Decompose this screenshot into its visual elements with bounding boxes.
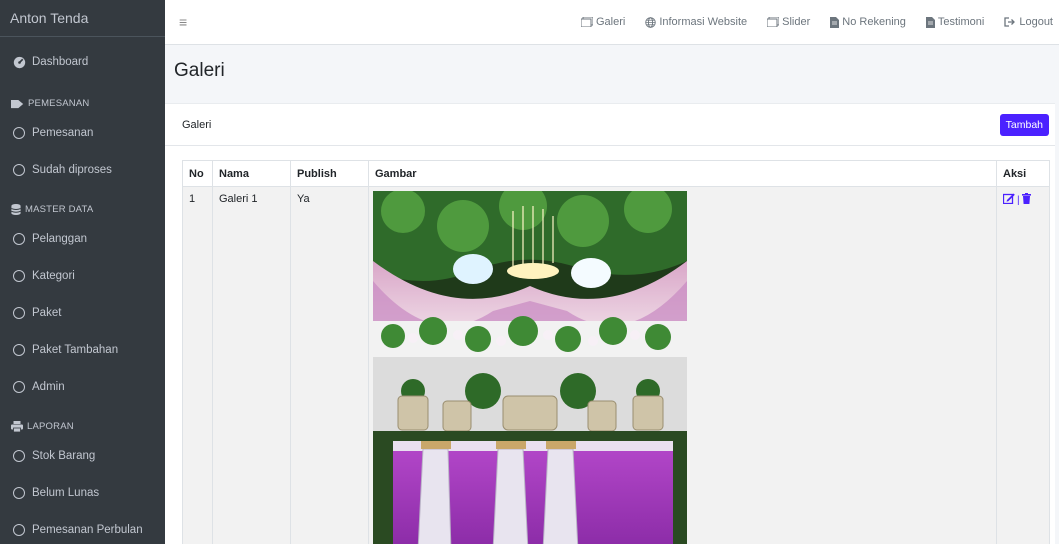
- sidebar-item-label: Admin: [32, 380, 65, 393]
- table-row: 1 Galeri 1 Ya |: [182, 186, 1050, 544]
- circle-icon: [12, 232, 26, 246]
- gallery-image: [373, 191, 687, 544]
- top-nav-links: Galeri Informasi Website Slider No Reken…: [561, 16, 1059, 28]
- action-separator: |: [1017, 194, 1020, 206]
- column-header-gambar: Gambar: [368, 160, 997, 187]
- nav-link-no-rekening[interactable]: No Rekening: [830, 16, 906, 28]
- brand-title[interactable]: Anton Tenda: [0, 0, 165, 37]
- print-icon: [11, 421, 23, 432]
- sidebar-item-label: Paket Tambahan: [32, 343, 119, 356]
- database-icon: [11, 204, 21, 215]
- section-header-master-data: MASTER DATA: [0, 188, 165, 220]
- top-navbar: ≡ Galeri Informasi Website Slider No Rek…: [165, 0, 1059, 45]
- cell-nama: Galeri 1: [212, 186, 291, 544]
- sidebar-item-label: Stok Barang: [32, 449, 96, 462]
- sidebar: Anton Tenda Dashboard PEMESANAN Pemesana…: [0, 0, 165, 544]
- sidebar-item-label: Pelanggan: [32, 232, 87, 245]
- sidebar-item-label: Sudah diproses: [32, 163, 112, 176]
- action-group: |: [1002, 193, 1043, 207]
- sidebar-item-admin[interactable]: Admin: [0, 368, 165, 405]
- table-header-row: No Nama Publish Gambar Aksi: [182, 160, 1050, 187]
- edit-icon[interactable]: [1002, 193, 1015, 207]
- sidebar-item-pemesanan-perbulan[interactable]: Pemesanan Perbulan: [0, 511, 165, 544]
- sidebar-item-label: Kategori: [32, 269, 75, 282]
- sidebar-item-belum-lunas[interactable]: Belum Lunas: [0, 474, 165, 511]
- column-header-nama: Nama: [212, 160, 291, 187]
- nav-link-informasi-website[interactable]: Informasi Website: [645, 16, 747, 28]
- card-header: Galeri: [165, 104, 1055, 146]
- sidebar-item-pemesanan[interactable]: Pemesanan: [0, 114, 165, 151]
- cell-gambar: [368, 186, 997, 544]
- section-header-laporan: LAPORAN: [0, 405, 165, 437]
- card-title: Galeri: [182, 118, 212, 131]
- images-icon: [767, 17, 780, 27]
- sidebar-item-pelanggan[interactable]: Pelanggan: [0, 220, 165, 257]
- nav-link-galeri[interactable]: Galeri: [580, 16, 625, 28]
- nav-link-slider[interactable]: Slider: [767, 16, 810, 28]
- circle-icon: [12, 343, 26, 357]
- sidebar-item-label: Pemesanan: [32, 126, 94, 139]
- circle-icon: [12, 449, 26, 463]
- column-header-publish: Publish: [290, 160, 369, 187]
- nav-link-logout[interactable]: Logout: [1004, 16, 1053, 28]
- sidebar-item-label: Belum Lunas: [32, 486, 100, 499]
- dashboard-icon: [12, 55, 26, 69]
- cell-aksi: |: [996, 186, 1050, 544]
- circle-icon: [12, 163, 26, 177]
- add-button[interactable]: Tambah: [999, 114, 1049, 136]
- circle-icon: [12, 269, 26, 283]
- sidebar-item-stok-barang[interactable]: Stok Barang: [0, 437, 165, 474]
- sidebar-item-label: Pemesanan Perbulan: [32, 523, 143, 536]
- circle-icon: [12, 126, 26, 140]
- sidebar-item-dashboard[interactable]: Dashboard: [0, 42, 165, 82]
- sidebar-item-label: Dashboard: [32, 56, 89, 68]
- tag-icon: [11, 99, 24, 109]
- sidebar-nav: Dashboard PEMESANAN Pemesanan Sudah dipr…: [0, 37, 165, 544]
- globe-icon: [645, 16, 657, 28]
- cell-publish: Ya: [290, 186, 369, 544]
- column-header-aksi: Aksi: [996, 160, 1050, 187]
- nav-link-testimoni[interactable]: Testimoni: [925, 16, 984, 28]
- column-header-no: No: [182, 160, 213, 187]
- circle-icon: [12, 380, 26, 394]
- sidebar-item-kategori[interactable]: Kategori: [0, 257, 165, 294]
- sidebar-item-paket-tambahan[interactable]: Paket Tambahan: [0, 331, 165, 368]
- images-icon: [580, 17, 593, 27]
- circle-icon: [12, 306, 26, 320]
- hamburger-icon[interactable]: ≡: [179, 14, 187, 30]
- sidebar-item-sudah-diproses[interactable]: Sudah diproses: [0, 151, 165, 188]
- cell-no: 1: [182, 186, 213, 544]
- file-icon: [830, 16, 840, 28]
- page-title: Galeri: [174, 60, 225, 81]
- sidebar-item-label: Paket: [32, 306, 62, 319]
- sidebar-item-paket[interactable]: Paket: [0, 294, 165, 331]
- circle-icon: [12, 523, 26, 537]
- file-icon: [925, 16, 935, 28]
- circle-icon: [12, 486, 26, 500]
- logout-icon: [1004, 17, 1016, 27]
- section-header-pemesanan: PEMESANAN: [0, 82, 165, 114]
- galeri-table: No Nama Publish Gambar Aksi 1 Galeri 1 Y…: [182, 160, 1050, 544]
- delete-icon[interactable]: [1021, 193, 1031, 207]
